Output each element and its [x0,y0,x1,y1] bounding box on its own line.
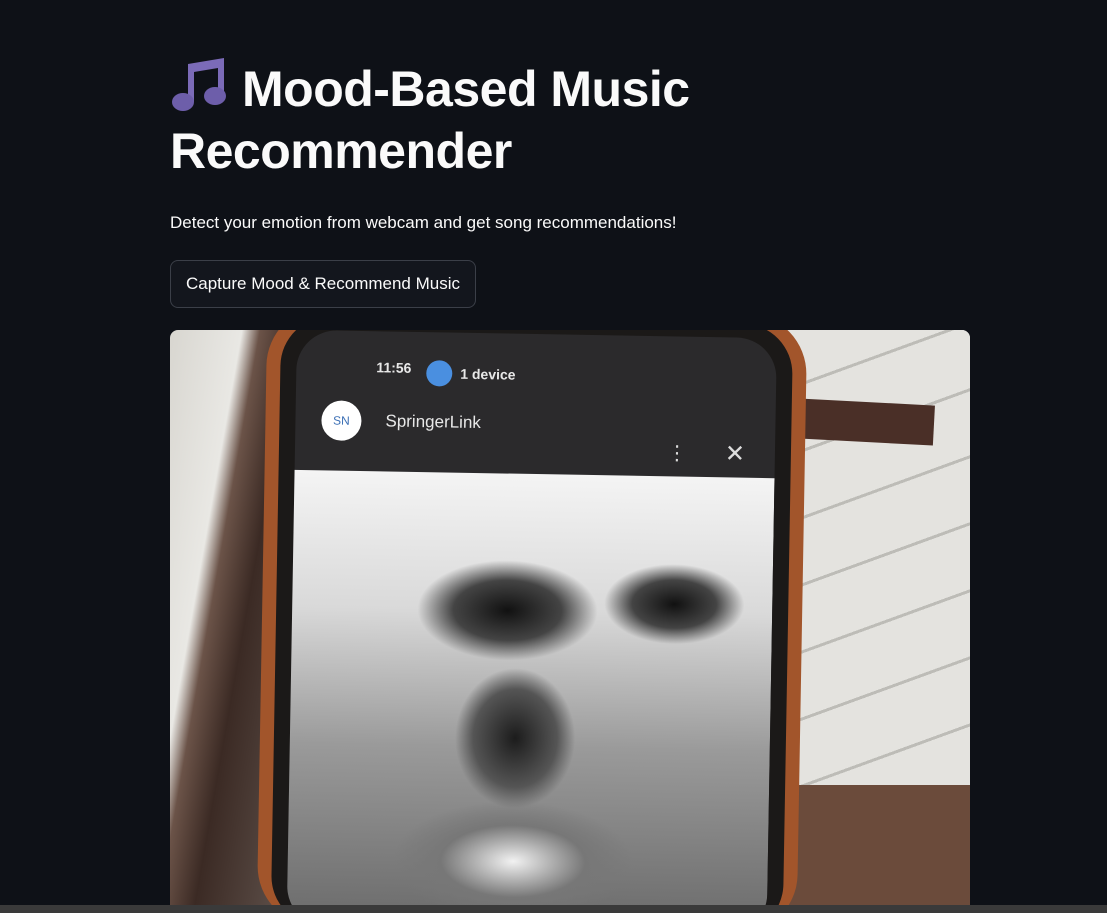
site-name: SpringerLink [385,411,482,433]
webcam-capture-image: 11:56 1 device SN SpringerLink ⋮ ✕ [170,330,970,905]
background-shelf [797,398,935,446]
background-floor [770,785,970,905]
close-icon: ✕ [724,440,746,468]
phone-time: 11:56 [376,359,412,376]
page-title-text: Mood-Based Music Recommender [170,61,690,179]
angry-face-photo [286,469,775,905]
phone-device-indicator: 1 device [426,360,516,388]
more-icon: ⋮ [666,442,688,465]
page-title: Mood-Based Music Recommender [170,56,790,182]
capture-mood-button[interactable]: Capture Mood & Recommend Music [170,260,477,308]
bottom-bar [0,905,1107,913]
site-avatar: SN [321,400,362,441]
subtitle: Detect your emotion from webcam and get … [170,213,677,232]
phone-screen: 11:56 1 device SN SpringerLink ⋮ ✕ [286,330,777,905]
phone-in-image: 11:56 1 device SN SpringerLink ⋮ ✕ [256,330,808,905]
user-icon [426,360,453,387]
musical-notes-icon [172,58,226,111]
